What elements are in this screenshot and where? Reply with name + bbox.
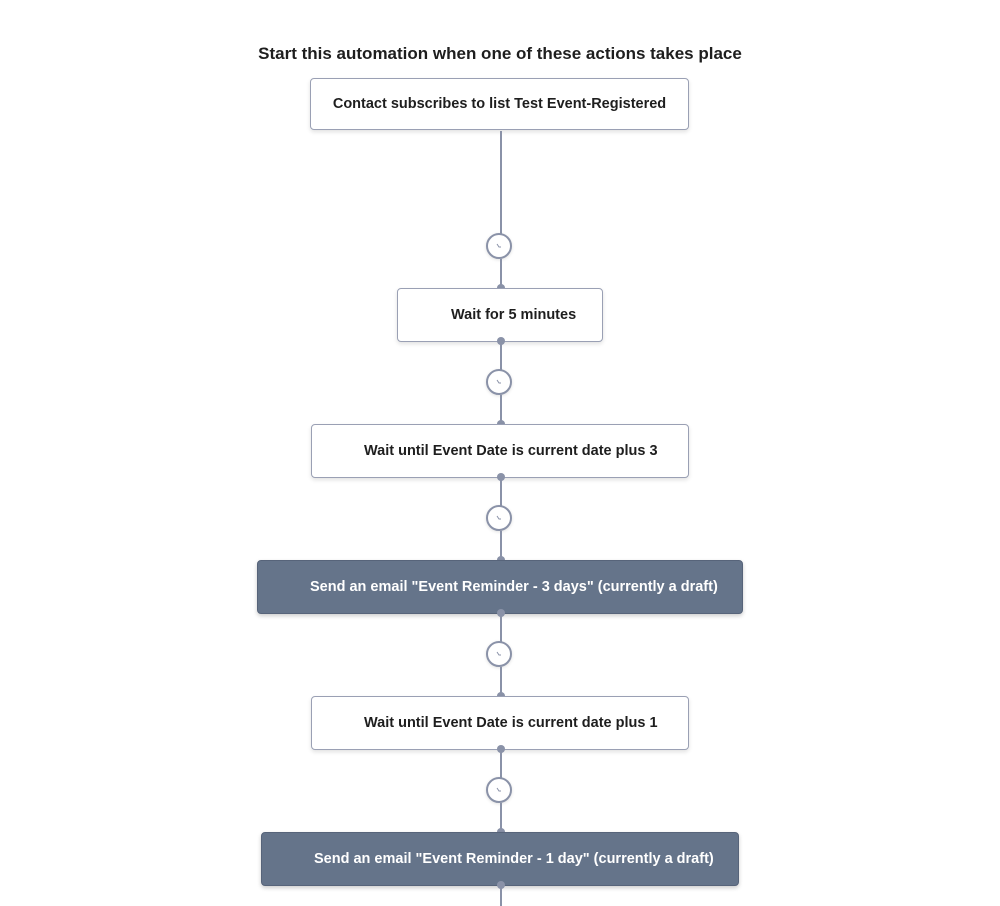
clock-icon[interactable]	[486, 777, 512, 803]
step-send-email-1-day[interactable]: Send an email "Event Reminder - 1 day" (…	[261, 832, 739, 886]
step-label: Send an email "Event Reminder - 1 day" (…	[314, 851, 714, 867]
connector-line	[500, 750, 502, 778]
page-title: Start this automation when one of these …	[258, 44, 742, 63]
clock-icon[interactable]	[486, 641, 512, 667]
clock-icon[interactable]	[486, 233, 512, 259]
step-wait-until-plus-3[interactable]: Wait until Event Date is current date pl…	[311, 424, 689, 478]
connector-line	[500, 614, 502, 642]
step-send-email-3-days[interactable]: Send an email "Event Reminder - 3 days" …	[257, 560, 743, 614]
trigger-node[interactable]: Contact subscribes to list Test Event-Re…	[310, 78, 689, 130]
trigger-label: Contact subscribes to list Test Event-Re…	[332, 96, 667, 112]
connector-line	[500, 131, 502, 234]
step-label: Wait for 5 minutes	[451, 307, 577, 323]
connector-line	[500, 886, 502, 906]
step-label: Wait until Event Date is current date pl…	[364, 715, 658, 731]
connector-line	[500, 478, 502, 506]
step-wait-until-plus-1[interactable]: Wait until Event Date is current date pl…	[311, 696, 689, 750]
step-label: Send an email "Event Reminder - 3 days" …	[310, 579, 718, 595]
clock-icon[interactable]	[486, 505, 512, 531]
step-wait-5-minutes[interactable]: Wait for 5 minutes	[397, 288, 603, 342]
step-label: Wait until Event Date is current date pl…	[364, 443, 658, 459]
connector-line	[500, 342, 502, 370]
clock-icon[interactable]	[486, 369, 512, 395]
